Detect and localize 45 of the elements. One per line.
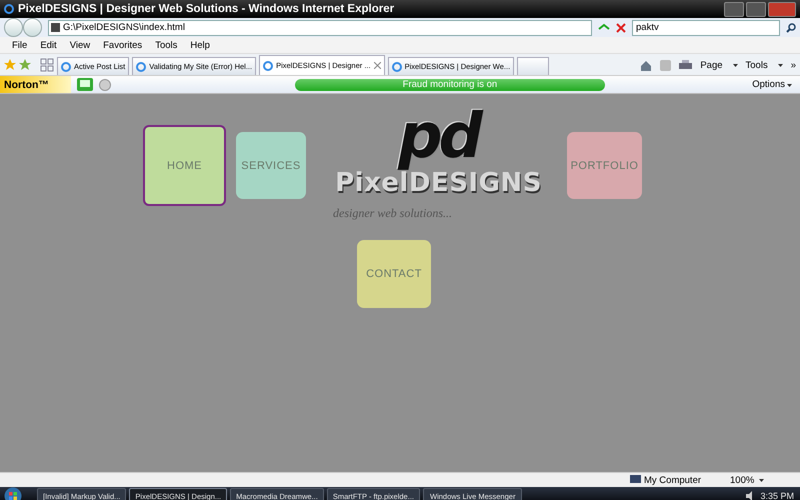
address-field[interactable]: G:\PixelDESIGNS\index.html (48, 20, 592, 36)
clock[interactable]: 3:35 PM (760, 491, 794, 500)
menu-item[interactable]: Tools (155, 40, 178, 50)
tools-menu[interactable]: Tools (746, 60, 768, 71)
minimize-button[interactable] (724, 2, 744, 16)
more-chevron[interactable]: » (790, 60, 796, 71)
caret-icon[interactable] (732, 64, 738, 67)
zoom-control[interactable]: 100% (730, 474, 754, 486)
forward-button[interactable] (23, 18, 42, 37)
caret-icon[interactable] (778, 64, 783, 67)
windows-logo-icon (4, 487, 22, 500)
browser-icon (392, 62, 402, 72)
menu-item[interactable]: Favorites (103, 40, 142, 50)
menu-item[interactable]: File (12, 40, 28, 50)
browser-icon (61, 62, 71, 72)
add-favorite-icon[interactable] (19, 58, 31, 70)
page-menu[interactable]: Page (700, 60, 723, 71)
print-icon[interactable] (679, 60, 692, 71)
home-icon[interactable] (640, 60, 652, 72)
new-tab-button[interactable] (517, 57, 550, 75)
menu-item[interactable]: View (70, 40, 90, 50)
options-menu[interactable]: Options (752, 79, 785, 90)
caret-icon[interactable] (787, 84, 792, 87)
menu-item[interactable]: Help (190, 40, 210, 50)
menu-item[interactable]: Edit (40, 40, 57, 50)
browser-icon (136, 62, 146, 72)
norton-brand: Norton™ (0, 76, 71, 93)
search-icon[interactable] (786, 22, 796, 32)
security-zone: My Computer (644, 474, 702, 486)
stop-icon[interactable] (616, 22, 626, 32)
window-title: PixelDESIGNS | Designer Web Solutions - Windows Internet Explorer (18, 3, 396, 15)
tagline: designer web solutions... (333, 206, 452, 221)
close-tab-icon[interactable] (374, 62, 381, 69)
close-button[interactable] (768, 2, 796, 16)
quick-tabs-icon[interactable] (40, 58, 54, 72)
monitor-icon[interactable] (76, 78, 93, 91)
computer-icon (630, 475, 641, 485)
search-field[interactable]: paktv (632, 20, 780, 36)
star-icon[interactable] (4, 58, 16, 70)
logo-mark: pd (398, 104, 479, 168)
back-button[interactable] (4, 18, 23, 37)
browser-icon (263, 60, 274, 70)
maximize-button[interactable] (746, 2, 766, 16)
browser-icon (4, 4, 14, 14)
caret-icon[interactable] (759, 478, 764, 482)
